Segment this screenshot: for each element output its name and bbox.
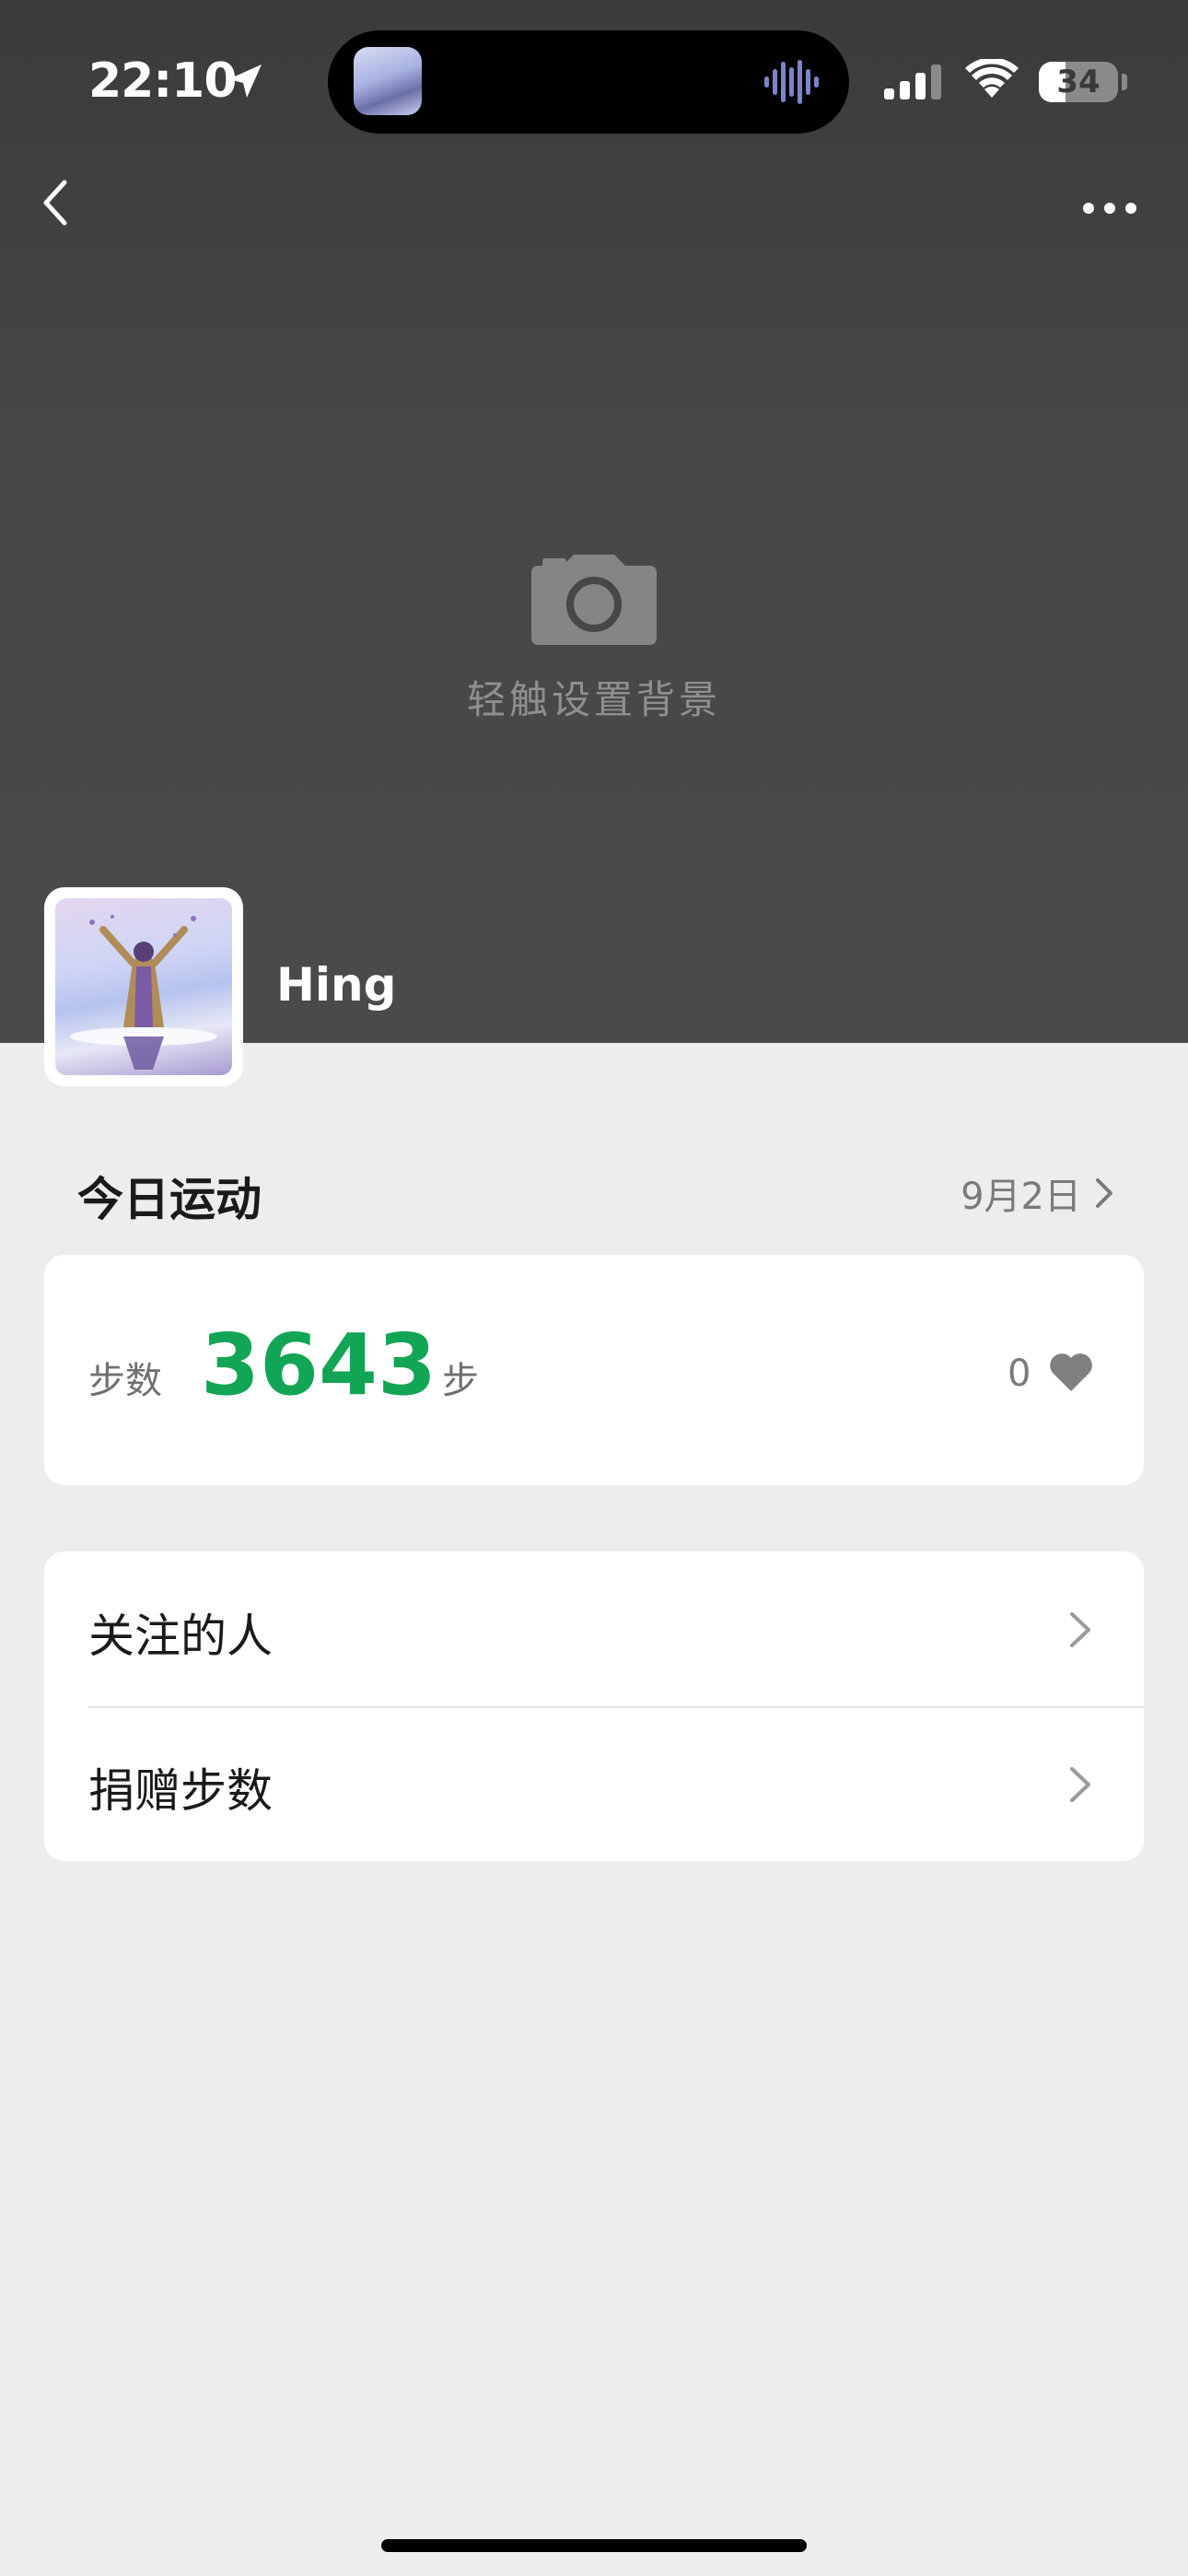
- more-dots-icon: [1083, 203, 1136, 214]
- date-label: 9月2日: [961, 1176, 1081, 1218]
- camera-icon: [531, 555, 657, 645]
- avatar-image: [55, 898, 232, 1075]
- set-background-button[interactable]: 轻触设置背景: [410, 553, 778, 755]
- now-playing-artwork: [354, 47, 422, 115]
- waveform-icon: [764, 60, 819, 104]
- menu-item-label: 关注的人: [88, 1610, 273, 1663]
- status-time: 22:10: [88, 53, 238, 109]
- back-chevron-icon: [43, 180, 67, 226]
- steps-card[interactable]: 步数 3643 步 0: [44, 1255, 1144, 1485]
- battery-percent: 34: [1056, 64, 1101, 100]
- back-button[interactable]: [37, 175, 92, 249]
- more-button[interactable]: [1077, 188, 1142, 228]
- menu-card: 关注的人 捐赠步数: [44, 1551, 1144, 1861]
- menu-item-label: 捐赠步数: [88, 1764, 273, 1818]
- heart-icon[interactable]: [1048, 1351, 1094, 1393]
- steps-label: 步数: [88, 1360, 162, 1402]
- avatar[interactable]: [44, 887, 243, 1086]
- chevron-right-icon: [1070, 1767, 1090, 1802]
- steps-unit: 步: [442, 1360, 479, 1402]
- likes-count: 0: [1007, 1352, 1031, 1395]
- battery-cap: [1122, 74, 1127, 90]
- wifi-icon: [965, 59, 1019, 98]
- battery-indicator: 34: [1039, 62, 1118, 102]
- date-selector[interactable]: 9月2日: [961, 1166, 1114, 1220]
- steps-value: 3643: [201, 1316, 437, 1414]
- location-arrow-icon: [228, 64, 262, 98]
- username: Hing: [276, 958, 397, 1012]
- menu-item-donate-steps[interactable]: 捐赠步数: [44, 1706, 1144, 1861]
- today-exercise-title: 今日运动: [77, 1173, 262, 1226]
- signal-icon: [884, 64, 941, 100]
- dynamic-island[interactable]: [328, 30, 849, 134]
- chevron-right-icon: [1070, 1612, 1090, 1647]
- home-indicator[interactable]: [381, 2539, 807, 2552]
- menu-item-following[interactable]: 关注的人: [44, 1551, 1144, 1706]
- set-background-label: 轻触设置背景: [466, 677, 721, 722]
- chevron-right-icon: [1096, 1178, 1112, 1208]
